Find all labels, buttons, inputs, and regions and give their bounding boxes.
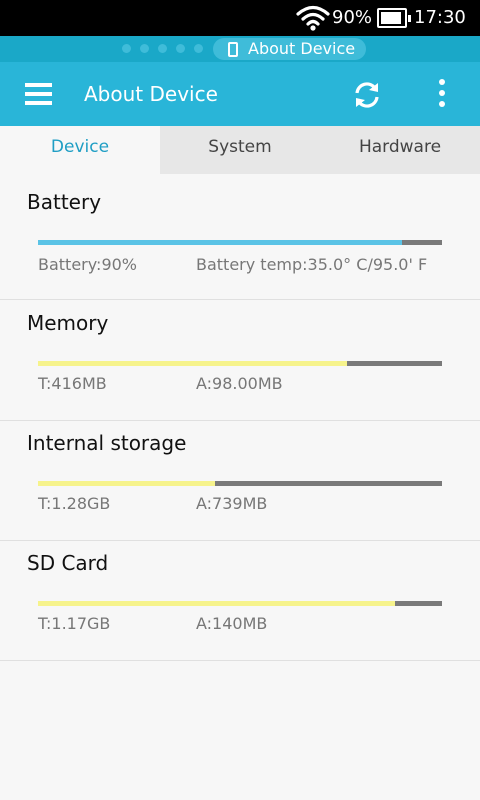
tab-system[interactable]: System xyxy=(160,126,320,174)
memory-total-label: T:416MB xyxy=(38,374,107,393)
internal-available-label: A:739MB xyxy=(196,494,268,513)
sd-available-label: A:140MB xyxy=(196,614,268,633)
status-bar: 90% 17:30 xyxy=(0,0,480,36)
battery-icon xyxy=(377,8,411,28)
memory-section: Memory T:416MB A:98.00MB xyxy=(0,301,480,421)
phone-icon xyxy=(228,42,238,57)
page-dot xyxy=(122,44,131,53)
page-dot xyxy=(140,44,149,53)
memory-bar xyxy=(38,361,442,366)
page-dot xyxy=(158,44,167,53)
memory-available-label: A:98.00MB xyxy=(196,374,283,393)
active-app-pill[interactable]: About Device xyxy=(213,38,366,60)
internal-storage-bar xyxy=(38,481,442,486)
tab-hardware[interactable]: Hardware xyxy=(320,126,480,174)
sd-total-label: T:1.17GB xyxy=(38,614,111,633)
tab-device[interactable]: Device xyxy=(0,126,160,174)
active-app-label: About Device xyxy=(248,39,356,58)
section-title: Internal storage xyxy=(27,431,187,455)
page-title: About Device xyxy=(84,82,218,106)
internal-total-label: T:1.28GB xyxy=(38,494,111,513)
battery-temp-label: Battery temp:35.0° C/95.0' F xyxy=(196,255,428,274)
section-title: SD Card xyxy=(27,551,109,575)
wifi-icon xyxy=(296,5,330,31)
hamburger-menu-icon[interactable] xyxy=(25,83,52,105)
app-bar: About Device xyxy=(0,62,480,126)
refresh-icon[interactable] xyxy=(351,79,383,111)
page-dot xyxy=(176,44,185,53)
internal-storage-section: Internal storage T:1.28GB A:739MB xyxy=(0,421,480,541)
sd-card-bar xyxy=(38,601,442,606)
page-indicator xyxy=(122,44,203,54)
battery-section: Battery Battery:90% Battery temp:35.0° C… xyxy=(0,180,480,300)
battery-level-label: Battery:90% xyxy=(38,255,138,274)
notification-strip: About Device xyxy=(0,36,480,62)
sd-card-section: SD Card T:1.17GB A:140MB xyxy=(0,541,480,661)
section-title: Battery xyxy=(27,190,102,214)
clock: 17:30 xyxy=(414,7,466,28)
page-dot xyxy=(194,44,203,53)
battery-percent: 90% xyxy=(332,7,373,28)
tab-bar: Device System Hardware xyxy=(0,126,480,174)
more-vertical-icon[interactable] xyxy=(437,79,447,111)
battery-bar xyxy=(38,240,442,245)
section-title: Memory xyxy=(27,311,109,335)
